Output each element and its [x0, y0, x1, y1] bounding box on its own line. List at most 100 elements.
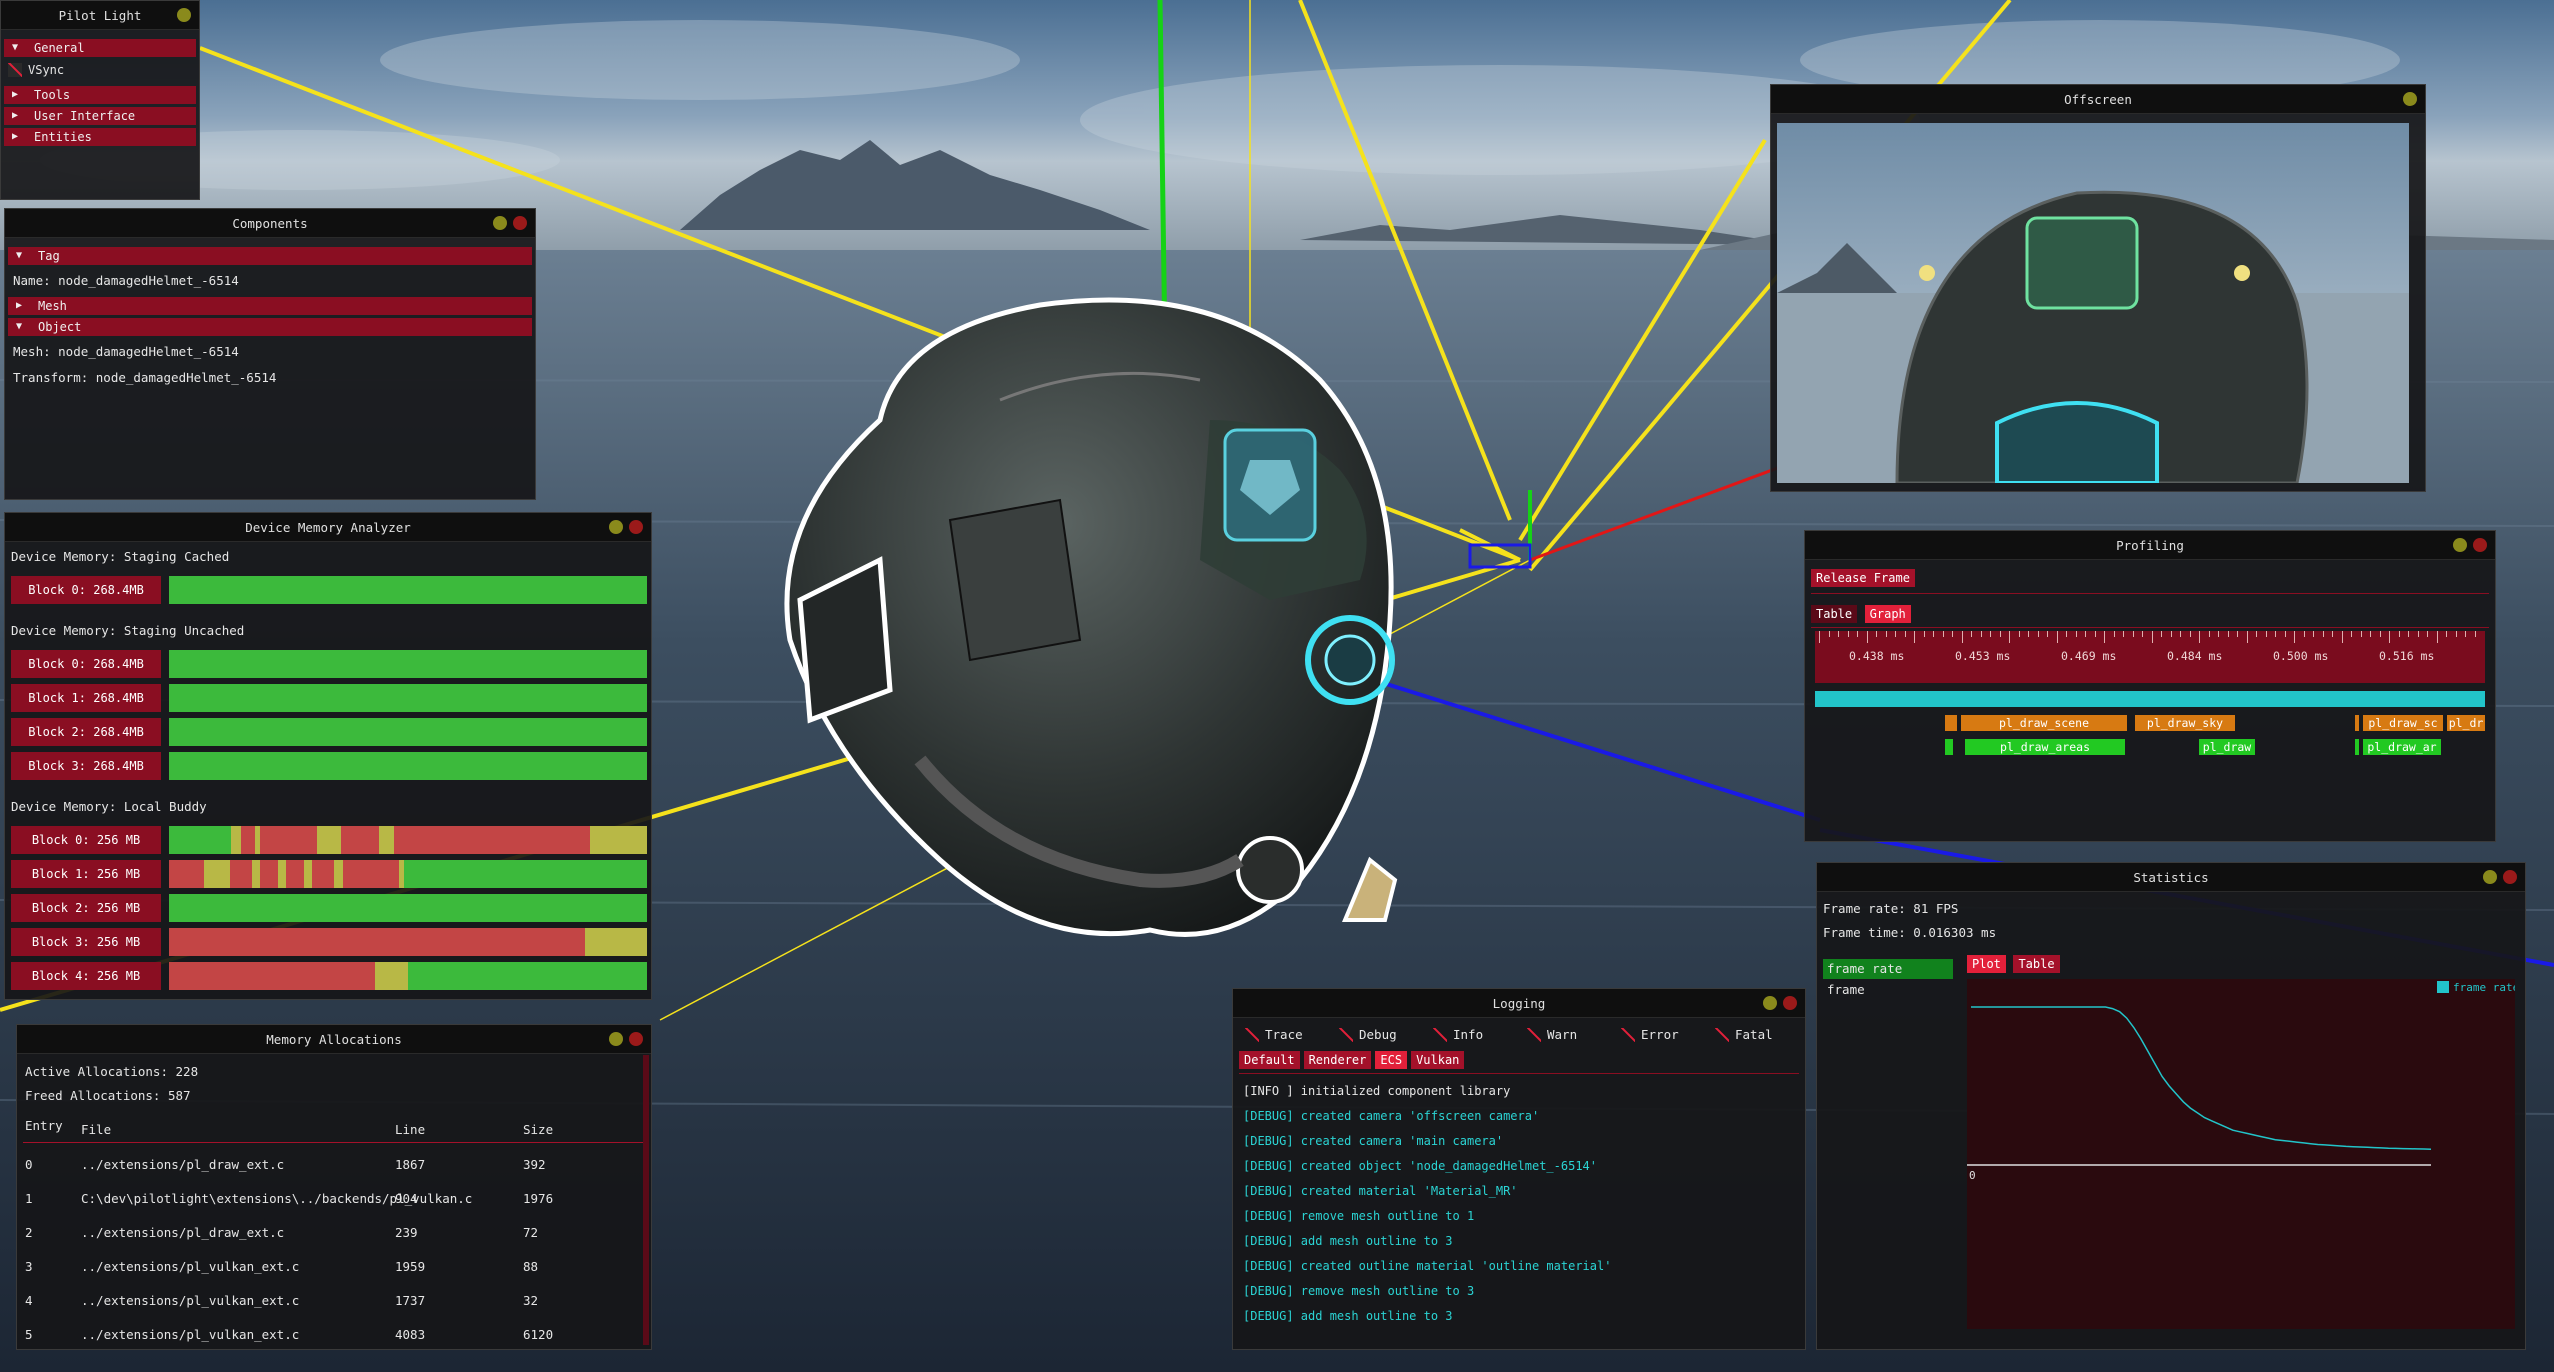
close-button[interactable] [629, 520, 643, 534]
close-button[interactable] [2473, 538, 2487, 552]
pilot-light-window[interactable]: Pilot Light ▼ General VSync ▶ Tools ▶ User … [0, 0, 200, 200]
memory-block-bar[interactable] [169, 962, 647, 990]
log-level-info[interactable]: Info [1433, 1027, 1483, 1042]
release-frame-button[interactable]: Release Frame [1811, 569, 1915, 587]
collapse-button[interactable] [493, 216, 507, 230]
log-level-error[interactable]: Error [1621, 1027, 1679, 1042]
column-entry[interactable]: Entry [25, 1118, 63, 1133]
tab-table[interactable]: Table [2013, 955, 2060, 973]
menu-user-interface[interactable]: ▶ User Interface [4, 107, 196, 125]
offscreen-window[interactable]: Offscreen [1770, 84, 2426, 492]
memory-block-bar[interactable] [169, 718, 647, 746]
statistics-window[interactable]: Statistics Frame rate: 81 FPS Frame time… [1816, 862, 2526, 1350]
device-memory-analyzer-window[interactable]: Device Memory Analyzer Device Memory: St… [4, 512, 652, 1000]
channel-ecs[interactable]: ECS [1375, 1051, 1408, 1069]
collapse-button[interactable] [2403, 92, 2417, 106]
mesh-header[interactable]: ▶ Mesh [8, 297, 532, 315]
memory-block-bar[interactable] [169, 650, 647, 678]
collapse-button[interactable] [609, 1032, 623, 1046]
collapse-button[interactable] [2453, 538, 2467, 552]
logging-titlebar[interactable]: Logging [1233, 989, 1805, 1018]
checkbox-icon[interactable] [1433, 1028, 1447, 1042]
profiler-pill[interactable]: pl_draw_areas [1965, 739, 2125, 755]
memory-allocations-window[interactable]: Memory Allocations Active Allocations: 2… [16, 1024, 652, 1350]
profiler-pill[interactable]: pl_draw_scene [1961, 715, 2127, 731]
memory-block-bar[interactable] [169, 928, 647, 956]
stat-item-frame-rate[interactable]: frame rate [1823, 959, 1953, 979]
frame-bar[interactable] [1815, 691, 2485, 707]
profiler-pill[interactable] [1945, 739, 1953, 755]
scrollbar[interactable] [643, 1055, 649, 1345]
components-window[interactable]: Components ▼ Tag Name: node_damagedHelmet… [4, 208, 536, 500]
memory-block-bar[interactable] [169, 752, 647, 780]
checkbox-icon[interactable] [1245, 1028, 1259, 1042]
profiling-window[interactable]: Profiling Release Frame Table Graph 0.43… [1804, 530, 2496, 842]
profiler-pill[interactable]: pl_draw [2199, 739, 2255, 755]
memory-block-bar[interactable] [169, 826, 647, 854]
memory-block-bar[interactable] [169, 860, 647, 888]
profiler-pill[interactable]: pl_draw_sky [2135, 715, 2235, 731]
memory-block-bar[interactable] [169, 684, 647, 712]
log-level-debug[interactable]: Debug [1339, 1027, 1397, 1042]
collapse-button[interactable] [177, 8, 191, 22]
tag-header[interactable]: ▼ Tag [8, 247, 532, 265]
close-button[interactable] [2503, 870, 2517, 884]
memory-block-bar[interactable] [169, 894, 647, 922]
ruler-tick [2370, 631, 2371, 637]
log-level-trace[interactable]: Trace [1245, 1027, 1303, 1042]
close-button[interactable] [629, 1032, 643, 1046]
offscreen-titlebar[interactable]: Offscreen [1771, 85, 2425, 114]
profiler-pill[interactable] [2355, 739, 2359, 755]
checkbox-icon[interactable] [1715, 1028, 1729, 1042]
table-row[interactable]: 3 ../extensions/pl_vulkan_ext.c 1959 88 [23, 1259, 643, 1279]
profiler-pill[interactable]: pl_draw_ar [2363, 739, 2441, 755]
menu-general[interactable]: ▼ General [4, 39, 196, 57]
checkbox-icon[interactable] [1339, 1028, 1353, 1042]
collapse-button[interactable] [609, 520, 623, 534]
memory-allocations-titlebar[interactable]: Memory Allocations [17, 1025, 651, 1054]
tab-table[interactable]: Table [1811, 605, 1858, 623]
checkbox-icon[interactable] [1527, 1028, 1541, 1042]
profiling-titlebar[interactable]: Profiling [1805, 531, 2495, 560]
memory-block-bar[interactable] [169, 576, 647, 604]
table-row[interactable]: 4 ../extensions/pl_vulkan_ext.c 1737 32 [23, 1293, 643, 1313]
table-row[interactable]: 2 ../extensions/pl_draw_ext.c 239 72 [23, 1225, 643, 1245]
column-file[interactable]: File [81, 1122, 111, 1137]
channel-renderer[interactable]: Renderer [1303, 1051, 1372, 1069]
profiler-pill[interactable]: pl_dr [2447, 715, 2485, 731]
stat-item-frame[interactable]: frame [1823, 979, 1953, 1001]
table-row[interactable]: 0 ../extensions/pl_draw_ext.c 1867 392 [23, 1157, 643, 1177]
profiler-pill[interactable] [1945, 715, 1957, 731]
timeline-ruler[interactable]: 0.438 ms 0.453 ms 0.469 ms 0.484 ms 0.500 ms… [1815, 631, 2485, 683]
table-row[interactable]: 1 C:\dev\pilotlight\extensions\../backend… [23, 1191, 643, 1211]
chevron-down-icon: ▼ [16, 250, 23, 261]
table-row[interactable]: 5 ../extensions/pl_vulkan_ext.c 4083 6120 [23, 1327, 643, 1343]
logging-window[interactable]: Logging Trace Debug Info Warn Error Fatal Def… [1232, 988, 1806, 1350]
tab-plot[interactable]: Plot [1967, 955, 2006, 973]
log-level-warn[interactable]: Warn [1527, 1027, 1577, 1042]
pilot-light-titlebar[interactable]: Pilot Light [1, 1, 199, 30]
log-level-fatal[interactable]: Fatal [1715, 1027, 1773, 1042]
collapse-button[interactable] [2483, 870, 2497, 884]
checkbox-icon[interactable] [1621, 1028, 1635, 1042]
vsync-checkbox-row[interactable]: VSync [4, 60, 196, 80]
profiler-pill[interactable]: pl_draw_sc [2363, 715, 2443, 731]
collapse-button[interactable] [1763, 996, 1777, 1010]
components-titlebar[interactable]: Components [5, 209, 535, 238]
tab-graph[interactable]: Graph [1864, 605, 1911, 623]
close-button[interactable] [1783, 996, 1797, 1010]
menu-tools[interactable]: ▶ Tools [4, 86, 196, 104]
menu-entities[interactable]: ▶ Entities [4, 128, 196, 146]
column-size[interactable]: Size [523, 1122, 553, 1137]
channel-vulkan[interactable]: Vulkan [1411, 1051, 1465, 1069]
vsync-checkbox[interactable] [8, 63, 22, 77]
close-button[interactable] [513, 216, 527, 230]
channel-default[interactable]: Default [1239, 1051, 1300, 1069]
column-line[interactable]: Line [395, 1122, 425, 1137]
profiler-pill[interactable] [2355, 715, 2359, 731]
frame-rate-plot[interactable]: 0 frame rate [1967, 979, 2515, 1329]
legend-label[interactable]: frame rate [2453, 981, 2515, 994]
statistics-titlebar[interactable]: Statistics [1817, 863, 2525, 892]
memory-analyzer-titlebar[interactable]: Device Memory Analyzer [5, 513, 651, 542]
object-header[interactable]: ▼ Object [8, 318, 532, 336]
